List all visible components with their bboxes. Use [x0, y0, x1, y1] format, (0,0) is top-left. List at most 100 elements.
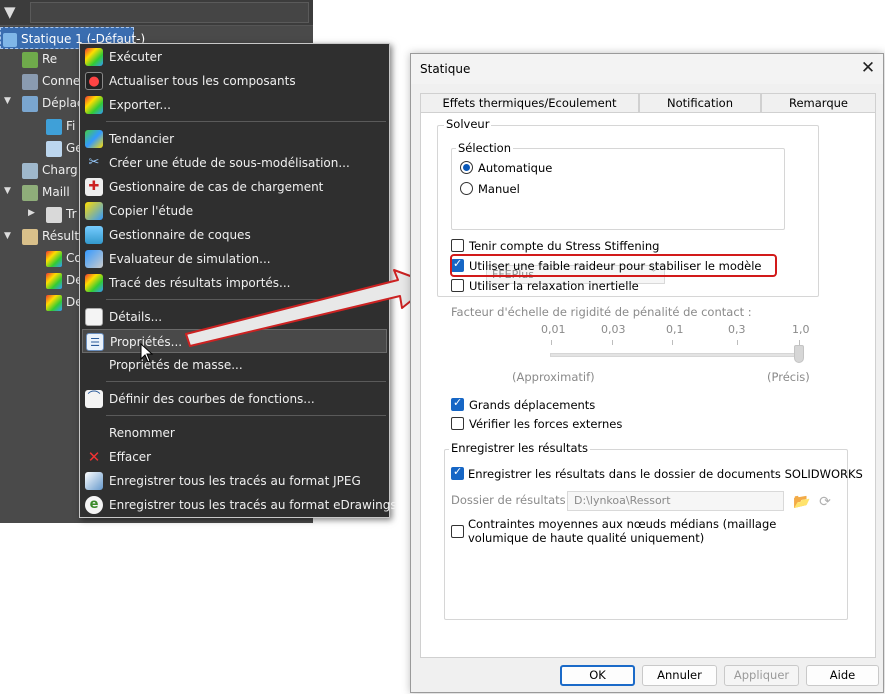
tree-node-connections[interactable]: Conne	[22, 70, 80, 92]
menu-item-delete[interactable]: ✕ Effacer	[82, 445, 387, 469]
apply-button[interactable]: Appliquer	[724, 665, 799, 686]
tree-node-parts[interactable]: Re	[22, 48, 57, 70]
tree-node-loads[interactable]: Charg	[22, 159, 78, 181]
run-icon	[85, 48, 103, 66]
penalty-slider-track[interactable]	[550, 353, 802, 357]
browse-folder-icon[interactable]: 📂	[791, 493, 813, 511]
menu-item-rename[interactable]: Renommer	[82, 421, 387, 445]
tree-node-fixture-2[interactable]: Ge	[46, 137, 83, 159]
average-stress-label-line1: Contraintes moyennes aux nœuds médians (…	[468, 517, 777, 531]
tick-mark	[551, 340, 552, 345]
load-icon	[22, 162, 38, 179]
radio-manual-label: Manuel	[478, 182, 520, 196]
export-icon	[85, 96, 103, 114]
menu-item-shell-manager[interactable]: Gestionnaire de coques	[82, 223, 387, 247]
menu-item-export[interactable]: Exporter...	[82, 93, 387, 117]
filter-icon[interactable]: ▼	[4, 3, 28, 23]
edrawings-icon: e	[85, 496, 103, 514]
menu-item-trend-tracker[interactable]: Tendancier	[82, 127, 387, 151]
dialog-title: Statique	[420, 62, 471, 76]
inertial-relief-label: Utiliser la relaxation inertielle	[469, 279, 639, 293]
annotation-highlight-box	[450, 254, 777, 277]
delete-icon: ✕	[87, 448, 101, 466]
menu-separator	[106, 381, 386, 382]
copy-study-icon	[85, 202, 103, 220]
menu-item-run[interactable]: Exécuter	[82, 45, 387, 69]
details-icon	[85, 308, 103, 326]
fixture-icon	[22, 95, 38, 112]
mesh-icon	[22, 184, 38, 201]
dialog-titlebar: Statique ✕	[411, 54, 883, 84]
large-displacement-label: Grands déplacements	[469, 398, 596, 412]
checkbox-stress-stiffening[interactable]	[451, 239, 464, 252]
tab-remark[interactable]: Remarque	[761, 93, 876, 112]
tick-mark	[737, 340, 738, 345]
menu-item-mass-properties[interactable]: Propriétés de masse...	[82, 353, 387, 377]
results-folder-field[interactable]: D:\lynkoa\Ressort	[567, 491, 784, 511]
radio-automatic-label: Automatique	[478, 161, 553, 175]
tree-node-mesh[interactable]: Maill	[22, 181, 70, 203]
properties-dialog: Statique ✕ Effets thermiques/Ecoulement …	[410, 53, 884, 693]
tree-filter-field[interactable]	[30, 2, 309, 23]
ok-button[interactable]: OK	[560, 665, 635, 686]
traffic-light-icon: ●	[85, 72, 103, 90]
tree-node-mesh-detail[interactable]: Tr	[46, 203, 77, 225]
tab-notification[interactable]: Notification	[639, 93, 761, 112]
menu-item-simulation-evaluator[interactable]: Evaluateur de simulation...	[82, 247, 387, 271]
chevron-down-icon[interactable]: ▼	[4, 186, 11, 196]
cancel-button[interactable]: Annuler	[642, 665, 717, 686]
chevron-down-icon[interactable]: ▼	[4, 96, 11, 106]
chevron-right-icon[interactable]: ▶	[28, 208, 35, 218]
annotation-arrow	[185, 269, 433, 347]
menu-item-function-curves[interactable]: ⌒ Définir des courbes de fonctions...	[82, 387, 387, 411]
scissors-icon: ✂	[88, 155, 100, 170]
tick-label: 0,01	[541, 323, 566, 336]
refresh-icon[interactable]: ⟳	[814, 493, 836, 511]
menu-item-save-jpeg[interactable]: Enregistrer tous les tracés au format JP…	[82, 469, 387, 493]
selection-group-title: Sélection	[456, 141, 513, 155]
tree-node-fixture-1[interactable]: Fi	[46, 115, 75, 137]
stress-plot-icon	[46, 250, 62, 267]
menu-item-copy-study[interactable]: Copier l'étude	[82, 199, 387, 223]
shell-manager-icon	[85, 226, 103, 244]
menu-item-update-components[interactable]: ● Actualiser tous les composants	[82, 69, 387, 93]
approximate-label: (Approximatif)	[512, 370, 595, 384]
menu-separator	[106, 415, 386, 416]
help-button[interactable]: Aide	[806, 665, 879, 686]
part-icon	[22, 51, 38, 68]
average-stress-label-line2: volumique de haute qualité uniquement)	[468, 531, 705, 545]
displacement-plot-icon	[46, 272, 62, 289]
menu-item-save-edrawings[interactable]: e Enregistrer tous les tracés au format …	[82, 493, 397, 517]
tab-thermal-flow[interactable]: Effets thermiques/Ecoulement	[420, 93, 639, 112]
study-icon	[3, 32, 17, 47]
tree-node-fixtures[interactable]: Déplac	[22, 92, 84, 114]
chevron-down-icon[interactable]: ▼	[4, 231, 11, 241]
penalty-factor-label: Facteur d'échelle de rigidité de pénalit…	[451, 305, 752, 319]
checkbox-free-body-forces[interactable]	[451, 417, 464, 430]
tree-node-results[interactable]: Résult	[22, 225, 79, 247]
close-icon[interactable]: ✕	[857, 58, 879, 80]
tree-node-result-strain[interactable]: De	[46, 291, 83, 313]
tree-node-result-displacement[interactable]: De	[46, 269, 83, 291]
checkbox-save-results[interactable]	[451, 465, 464, 480]
fixture-icon	[46, 118, 62, 135]
curve-icon: ⌒	[85, 390, 103, 408]
tab-panel: Solveur Sélection Automatique Manuel FFE…	[420, 112, 876, 658]
checkbox-inertial-relief[interactable]	[451, 279, 464, 292]
strain-plot-icon	[46, 294, 62, 311]
results-group-title: Enregistrer les résultats	[449, 441, 591, 455]
radio-automatic[interactable]	[460, 161, 473, 174]
tree-node-result-stress[interactable]: Co	[46, 247, 82, 269]
menu-separator	[106, 121, 386, 122]
mesh-detail-icon	[46, 206, 62, 223]
evaluator-icon	[85, 250, 103, 268]
solver-group-title: Solveur	[444, 117, 492, 131]
menu-item-submodel-study[interactable]: ✂ Créer une étude de sous-modélisation..…	[82, 151, 387, 175]
menu-item-load-case-manager[interactable]: ✚ Gestionnaire de cas de chargement	[82, 175, 387, 199]
checkbox-average-stress[interactable]	[451, 525, 464, 538]
save-results-label: Enregistrer les résultats dans le dossie…	[468, 467, 863, 481]
radio-manual[interactable]	[460, 182, 473, 195]
checkbox-large-displacement[interactable]	[451, 396, 464, 411]
connection-icon	[22, 73, 38, 90]
penalty-slider-thumb[interactable]	[794, 345, 804, 363]
